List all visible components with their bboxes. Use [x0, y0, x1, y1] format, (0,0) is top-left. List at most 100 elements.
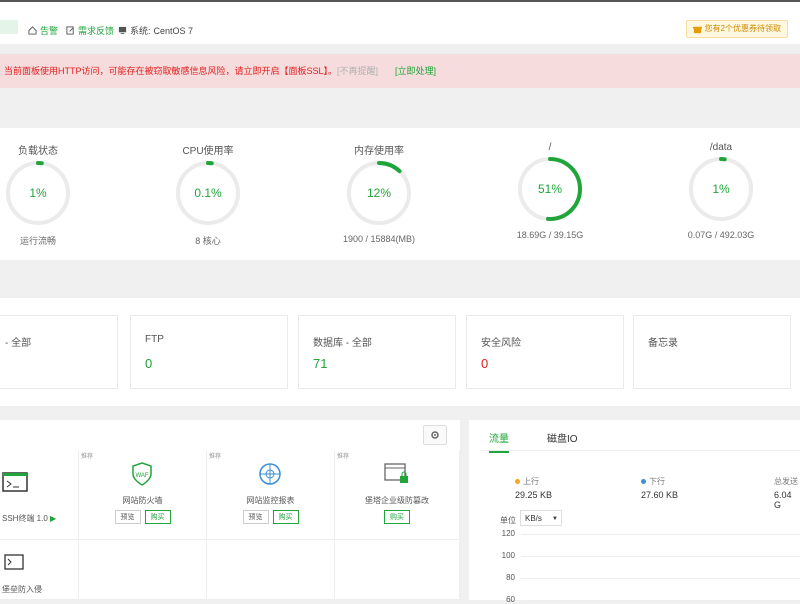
- overview-card-value: 0: [145, 356, 153, 371]
- overview-card-value: 71: [313, 356, 328, 371]
- unit-select-value: KB/s: [525, 514, 542, 523]
- lock-window-icon: [384, 463, 408, 483]
- upload-stat: 上行 29.25 KB: [515, 476, 552, 500]
- gauge-value: 51%: [538, 182, 562, 196]
- gauge-ring: 1%: [689, 157, 753, 221]
- chart-tick-label: 100: [501, 551, 515, 560]
- traffic-panel: 流量 磁盘IO 上行 29.25 KB 下行 27.60 KB 总发送 6.04…: [469, 420, 800, 604]
- software-monitor: 推荐 网站监控报表 预览 购买: [207, 450, 335, 540]
- system-info: 系统: CentOS 7: [118, 24, 193, 37]
- tab-disk-io[interactable]: 磁盘IO: [547, 430, 578, 445]
- coupon-text: 您有2个优惠券待领取: [704, 24, 781, 33]
- monitor-preview-button[interactable]: 预览: [242, 510, 269, 524]
- gauge-ring: 0.1%: [176, 161, 240, 225]
- download-stat: 下行 27.60 KB: [641, 476, 678, 500]
- chart-gridline: [521, 534, 800, 535]
- system-label: 系统:: [130, 26, 151, 36]
- ignore-link[interactable]: [不再提醒]: [337, 54, 378, 88]
- top-bar: 告警 需求反馈 系统: CentOS 7 您有2个优惠券待领取: [0, 0, 800, 44]
- recommend-tag: 推荐: [209, 454, 222, 460]
- gauge-label: 内存使用率: [354, 146, 404, 157]
- software-intrusion[interactable]: 堡垒防入侵: [0, 540, 79, 600]
- terminal-icon: [4, 554, 24, 570]
- waf-buy-button[interactable]: 购买: [144, 510, 171, 524]
- tamper-proof-buy-button[interactable]: 购买: [384, 510, 410, 524]
- waf-preview-button[interactable]: 预览: [114, 510, 141, 524]
- overview-card-label: 数据库 - 全部: [313, 338, 372, 349]
- chevron-down-icon: ▼: [552, 516, 558, 522]
- gauge-item[interactable]: 内存使用率 12% 1900 / 15884(MB): [319, 128, 439, 244]
- unit-label: 单位: [500, 516, 516, 525]
- panel-tab[interactable]: [0, 20, 18, 34]
- software-panel: SSH终端 1.0 ▶ 推荐 WAF 网站防火墙 预览 购买 推荐 网站监控报表 …: [0, 420, 460, 600]
- software-ssh-terminal-name: SSH终端 1.0 ▶: [2, 514, 57, 523]
- gauge-value: 12%: [367, 186, 391, 200]
- recommend-tag: 推荐: [337, 454, 350, 460]
- play-icon[interactable]: ▶: [50, 514, 56, 523]
- status-panel: 负载状态 1% 运行流畅 CPU使用率 0.1% 8 核心 内存使用率 12% 1900 / 1…: [0, 128, 800, 260]
- upload-value: 29.25 KB: [515, 490, 553, 500]
- total-send-value: 6.04 G: [774, 490, 792, 510]
- software-monitor-name: 网站监控报表: [246, 496, 295, 505]
- gauge-sub: 1900 / 15884(MB): [342, 234, 416, 244]
- gauge-label: /: [548, 142, 552, 153]
- chart-tick-label: 80: [506, 573, 515, 582]
- download-value: 27.60 KB: [641, 490, 679, 500]
- chart-gridline: [521, 600, 800, 601]
- overview-card-label: - 全部: [5, 338, 32, 349]
- gauge-sub: 18.69G / 39.15G: [516, 230, 584, 240]
- unit-select[interactable]: KB/s ▼: [520, 510, 562, 526]
- monitor-icon: [118, 26, 127, 35]
- overview-card[interactable]: 数据库 - 全部 71: [298, 315, 456, 389]
- ssl-warning-message: 当前面板使用HTTP访问，可能存在被窃取敏感信息风险，请立即开启【面板SSL】。: [4, 66, 338, 76]
- software-ssh-terminal[interactable]: SSH终端 1.0 ▶: [0, 450, 79, 540]
- software-tamper-proof: 推荐 堡塔企业级防篡改 购买: [335, 450, 460, 540]
- home-icon: [28, 26, 37, 35]
- software-intrusion-name: 堡垒防入侵: [2, 585, 42, 594]
- overview-card[interactable]: FTP 0: [130, 315, 288, 389]
- total-send-label: 总发送: [774, 477, 798, 486]
- gauge-item[interactable]: 负载状态 1% 运行流畅: [0, 128, 98, 247]
- gauge-value: 1%: [712, 182, 730, 196]
- gauge-item[interactable]: / 51% 18.69G / 39.15G: [490, 128, 610, 240]
- overview-card[interactable]: 备忘录: [633, 315, 791, 389]
- gauge-ring: 51%: [518, 157, 582, 221]
- monitor-buy-button[interactable]: 购买: [272, 510, 299, 524]
- terminal-icon: [2, 472, 28, 492]
- gauge-label: /data: [709, 142, 733, 153]
- gauge-sub: 8 核心: [195, 236, 221, 246]
- software-tamper-proof-name: 堡塔企业级防篡改: [365, 496, 429, 505]
- alert-link[interactable]: 告警: [28, 24, 58, 37]
- system-value: CentOS 7: [153, 25, 194, 36]
- waf-shield-icon: WAF: [132, 462, 152, 486]
- overview-card[interactable]: - 全部: [0, 315, 118, 389]
- gauge-ring: 12%: [347, 161, 411, 225]
- total-send-stat: 总发送 6.04 G: [774, 476, 800, 510]
- software-empty-slot: [335, 540, 460, 600]
- gauge-item[interactable]: CPU使用率 0.1% 8 核心: [148, 128, 268, 247]
- edit-icon: [66, 26, 74, 35]
- settings-button[interactable]: [423, 425, 447, 445]
- gauge-label: CPU使用率: [182, 146, 234, 157]
- overview-card-label: 安全风险: [481, 338, 521, 349]
- overview-card[interactable]: 安全风险 0: [466, 315, 624, 389]
- gauge-label: 负载状态: [18, 146, 58, 157]
- alert-link-label: 告警: [40, 26, 59, 36]
- gauge-item[interactable]: /data 1% 0.07G / 492.03G: [661, 128, 781, 240]
- gauge-ring: 1%: [6, 161, 70, 225]
- software-empty-slot: [207, 540, 335, 600]
- software-waf-name: 网站防火墙: [122, 496, 163, 505]
- coupon-banner[interactable]: 您有2个优惠券待领取: [685, 20, 788, 38]
- feedback-link-label: 需求反馈: [78, 26, 115, 36]
- ssl-warning: 当前面板使用HTTP访问，可能存在被窃取敏感信息风险，请立即开启【面板SSL】。…: [0, 54, 800, 88]
- feedback-link[interactable]: 需求反馈: [66, 24, 114, 37]
- gear-icon: [431, 431, 439, 439]
- monitor-globe-icon: [259, 463, 281, 485]
- software-waf: 推荐 WAF 网站防火墙 预览 购买: [79, 450, 207, 540]
- chart-tick-label: 120: [501, 529, 515, 538]
- software-empty-slot: [79, 540, 207, 600]
- download-dot-icon: [641, 479, 646, 485]
- handle-link[interactable]: [立即处理]: [395, 54, 436, 88]
- chart-gridline: [521, 578, 800, 579]
- overview-card-label: 备忘录: [648, 338, 678, 349]
